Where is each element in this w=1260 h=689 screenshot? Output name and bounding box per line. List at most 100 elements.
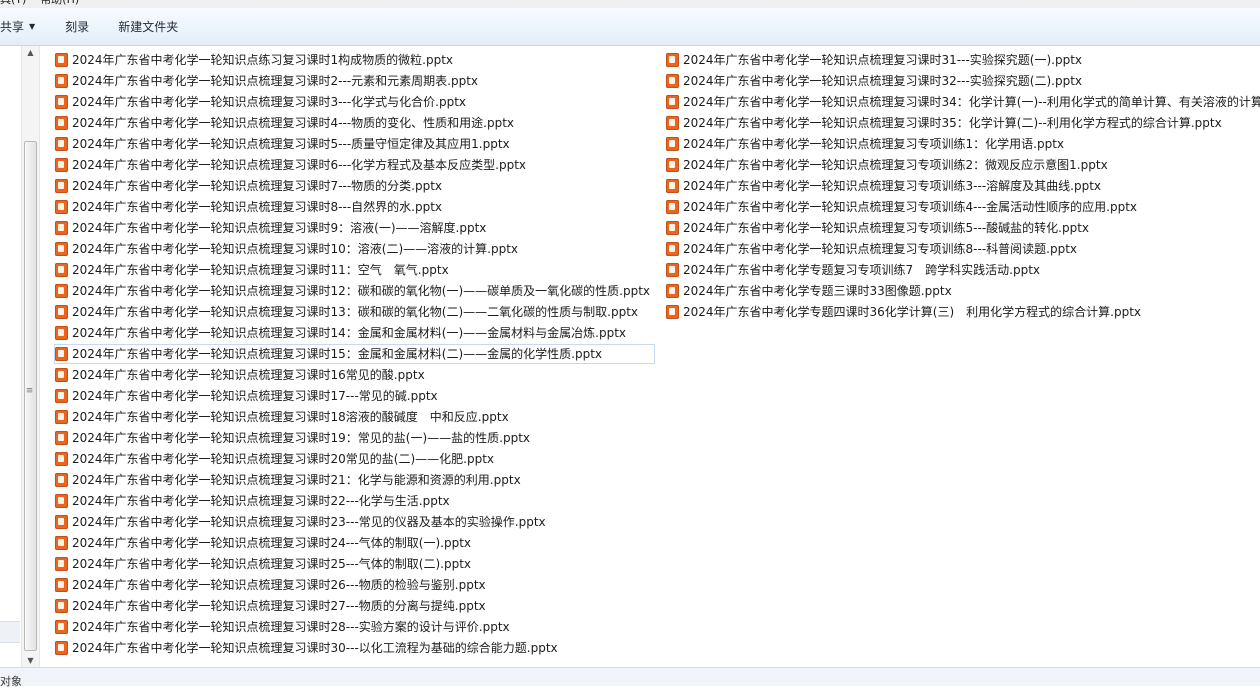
file-item[interactable]: 2024年广东省中考化学一轮知识点梳理复习专项训练4---金属活动性顺序的应用.…	[665, 197, 1260, 217]
file-item[interactable]: 2024年广东省中考化学一轮知识点梳理复习课时2---元素和元素周期表.pptx	[54, 71, 655, 91]
file-name: 2024年广东省中考化学一轮知识点梳理复习课时14：金属和金属材料(一)——金属…	[72, 326, 627, 340]
file-item[interactable]: 2024年广东省中考化学专题四课时36化学计算(三) 利用化学方程式的综合计算.…	[665, 302, 1260, 322]
file-list[interactable]: 2024年广东省中考化学一轮知识点练习复习课时1构成物质的微粒.pptx 2024…	[38, 46, 1260, 667]
file-item[interactable]: 2024年广东省中考化学一轮知识点梳理复习课时32---实验探究题(二).ppt…	[665, 71, 1260, 91]
file-item[interactable]: 2024年广东省中考化学一轮知识点梳理复习专项训练3---溶解度及其曲线.ppt…	[665, 176, 1260, 196]
file-item[interactable]: 2024年广东省中考化学一轮知识点梳理复习课时4---物质的变化、性质和用途.p…	[54, 113, 655, 133]
file-item[interactable]: 2024年广东省中考化学一轮知识点梳理复习课时26---物质的检验与鉴别.ppt…	[54, 575, 655, 595]
file-item[interactable]: 2024年广东省中考化学专题复习专项训练7 跨学科实践活动.pptx	[665, 260, 1260, 280]
file-item[interactable]: 2024年广东省中考化学一轮知识点梳理复习专项训练8---科普阅读题.pptx	[665, 239, 1260, 259]
file-item[interactable]: 2024年广东省中考化学一轮知识点梳理复习课时12：碳和碳的氧化物(一)——碳单…	[54, 281, 655, 301]
file-name: 2024年广东省中考化学一轮知识点梳理复习课时2---元素和元素周期表.pptx	[72, 74, 479, 88]
file-item[interactable]: 2024年广东省中考化学一轮知识点梳理复习课时5---质量守恒定律及其应用1.p…	[54, 134, 655, 154]
pptx-file-icon	[666, 221, 679, 235]
pptx-file-icon	[55, 221, 68, 235]
file-item[interactable]: 2024年广东省中考化学一轮知识点梳理复习课时28---实验方案的设计与评价.p…	[54, 617, 655, 637]
file-item[interactable]: 2024年广东省中考化学一轮知识点梳理复习课时31---实验探究题(一).ppt…	[665, 50, 1260, 70]
pptx-file-icon	[666, 263, 679, 277]
pptx-file-icon	[55, 305, 68, 319]
file-name: 2024年广东省中考化学一轮知识点梳理复习课时34：化学计算(一)--利用化学式…	[683, 95, 1260, 109]
file-column-1: 2024年广东省中考化学一轮知识点练习复习课时1构成物质的微粒.pptx 2024…	[54, 50, 656, 659]
pptx-file-icon	[55, 242, 68, 256]
file-item[interactable]: 2024年广东省中考化学一轮知识点梳理复习专项训练2：微观反应示意图1.pptx	[665, 155, 1260, 175]
pptx-file-icon	[666, 179, 679, 193]
file-item[interactable]: 2024年广东省中考化学一轮知识点梳理复习课时7---物质的分类.pptx	[54, 176, 655, 196]
file-name: 2024年广东省中考化学一轮知识点梳理复习课时24---气体的制取(一).ppt…	[72, 536, 472, 550]
menu-bar: 具(T) 帮助(H)	[0, 0, 1260, 8]
file-item[interactable]: 2024年广东省中考化学一轮知识点梳理复习课时13：碳和碳的氧化物(二)——二氧…	[54, 302, 655, 322]
pptx-file-icon	[55, 74, 68, 88]
file-name: 2024年广东省中考化学一轮知识点梳理复习专项训练5---酸碱盐的转化.pptx	[683, 221, 1090, 235]
file-item[interactable]: 2024年广东省中考化学一轮知识点梳理复习课时18溶液的酸碱度 中和反应.ppt…	[54, 407, 655, 427]
scroll-up-icon[interactable]: ▲	[22, 48, 39, 57]
file-name: 2024年广东省中考化学一轮知识点梳理复习课时19：常见的盐(一)——盐的性质.…	[72, 431, 531, 445]
file-item[interactable]: 2024年广东省中考化学一轮知识点梳理复习课时3---化学式与化合价.pptx	[54, 92, 655, 112]
file-item[interactable]: 2024年广东省中考化学一轮知识点梳理复习课时15：金属和金属材料(二)——金属…	[54, 344, 656, 364]
pptx-file-icon	[55, 200, 68, 214]
file-item[interactable]: 2024年广东省中考化学一轮知识点梳理复习课时34：化学计算(一)--利用化学式…	[665, 92, 1260, 112]
file-name: 2024年广东省中考化学一轮知识点梳理复习课时11：空气 氧气.pptx	[72, 263, 449, 277]
pptx-file-icon	[666, 137, 679, 151]
pptx-file-icon	[55, 53, 68, 67]
burn-button[interactable]: 刻录	[65, 18, 89, 35]
file-name: 2024年广东省中考化学一轮知识点梳理复习专项训练2：微观反应示意图1.pptx	[683, 158, 1108, 172]
file-name: 2024年广东省中考化学一轮知识点梳理复习专项训练1：化学用语.pptx	[683, 137, 1065, 151]
pptx-file-icon	[55, 599, 68, 613]
pptx-file-icon	[55, 347, 68, 361]
command-bar: 共享 ▼ 刻录 新建文件夹	[0, 8, 1260, 46]
file-name: 2024年广东省中考化学一轮知识点梳理复习课时18溶液的酸碱度 中和反应.ppt…	[72, 410, 509, 424]
file-item[interactable]: 2024年广东省中考化学一轮知识点梳理复习专项训练1：化学用语.pptx	[665, 134, 1260, 154]
pptx-file-icon	[55, 557, 68, 571]
file-item[interactable]: 2024年广东省中考化学一轮知识点梳理复习课时9：溶液(一)——溶解度.pptx	[54, 218, 655, 238]
new-folder-button[interactable]: 新建文件夹	[118, 18, 178, 35]
file-name: 2024年广东省中考化学一轮知识点梳理复习课时25---气体的制取(二).ppt…	[72, 557, 472, 571]
scrollbar-grip-icon: ≡	[25, 386, 34, 396]
file-item[interactable]: 2024年广东省中考化学一轮知识点梳理复习课时16常见的酸.pptx	[54, 365, 655, 385]
chevron-down-icon: ▼	[29, 22, 36, 31]
navigation-selected-item[interactable]	[0, 621, 20, 643]
file-item[interactable]: 2024年广东省中考化学一轮知识点梳理复习课时10：溶液(二)——溶液的计算.p…	[54, 239, 655, 259]
file-item[interactable]: 2024年广东省中考化学一轮知识点梳理复习课时6---化学方程式及基本反应类型.…	[54, 155, 655, 175]
file-item[interactable]: 2024年广东省中考化学一轮知识点梳理复习课时25---气体的制取(二).ppt…	[54, 554, 655, 574]
file-name: 2024年广东省中考化学一轮知识点梳理复习课时26---物质的检验与鉴别.ppt…	[72, 578, 486, 592]
scroll-down-icon[interactable]: ▼	[22, 656, 39, 665]
file-item[interactable]: 2024年广东省中考化学一轮知识点梳理复习课时8---自然界的水.pptx	[54, 197, 655, 217]
file-name: 2024年广东省中考化学专题四课时36化学计算(三) 利用化学方程式的综合计算.…	[683, 305, 1142, 319]
file-item[interactable]: 2024年广东省中考化学一轮知识点梳理复习课时24---气体的制取(一).ppt…	[54, 533, 655, 553]
share-label: 共享	[0, 20, 25, 34]
pptx-file-icon	[55, 410, 68, 424]
scrollbar-thumb[interactable]	[24, 141, 37, 651]
file-name: 2024年广东省中考化学一轮知识点梳理复习课时6---化学方程式及基本反应类型.…	[72, 158, 527, 172]
file-item[interactable]: 2024年广东省中考化学一轮知识点梳理复习课时27---物质的分离与提纯.ppt…	[54, 596, 655, 616]
file-item[interactable]: 2024年广东省中考化学一轮知识点梳理复习课时11：空气 氧气.pptx	[54, 260, 655, 280]
file-name: 2024年广东省中考化学一轮知识点梳理复习课时9：溶液(一)——溶解度.pptx	[72, 221, 487, 235]
file-name: 2024年广东省中考化学一轮知识点梳理复习课时12：碳和碳的氧化物(一)——碳单…	[72, 284, 651, 298]
file-name: 2024年广东省中考化学一轮知识点梳理复习课时15：金属和金属材料(二)——金属…	[72, 347, 603, 361]
share-button[interactable]: 共享 ▼	[0, 18, 35, 35]
file-name: 2024年广东省中考化学一轮知识点梳理复习课时21：化学与能源和资源的利用.pp…	[72, 473, 521, 487]
pptx-file-icon	[55, 284, 68, 298]
file-item[interactable]: 2024年广东省中考化学一轮知识点梳理复习专项训练5---酸碱盐的转化.pptx	[665, 218, 1260, 238]
file-item[interactable]: 2024年广东省中考化学一轮知识点梳理复习课时22---化学与生活.pptx	[54, 491, 655, 511]
file-item[interactable]: 2024年广东省中考化学专题三课时33图像题.pptx	[665, 281, 1260, 301]
navigation-pane[interactable]	[0, 46, 22, 667]
file-item[interactable]: 2024年广东省中考化学一轮知识点梳理复习课时19：常见的盐(一)——盐的性质.…	[54, 428, 655, 448]
file-item[interactable]: 2024年广东省中考化学一轮知识点梳理复习课时20常见的盐(二)——化肥.ppt…	[54, 449, 655, 469]
file-name: 2024年广东省中考化学一轮知识点梳理复习专项训练8---科普阅读题.pptx	[683, 242, 1078, 256]
pptx-file-icon	[55, 389, 68, 403]
file-item[interactable]: 2024年广东省中考化学一轮知识点梳理复习课时30---以化工流程为基础的综合能…	[54, 638, 655, 658]
menu-help[interactable]: 帮助(H)	[40, 0, 79, 8]
file-name: 2024年广东省中考化学一轮知识点梳理复习课时4---物质的变化、性质和用途.p…	[72, 116, 515, 130]
file-item[interactable]: 2024年广东省中考化学一轮知识点梳理复习课时17---常见的碱.pptx	[54, 386, 655, 406]
file-item[interactable]: 2024年广东省中考化学一轮知识点梳理复习课时14：金属和金属材料(一)——金属…	[54, 323, 655, 343]
file-item[interactable]: 2024年广东省中考化学一轮知识点梳理复习课时23---常见的仪器及基本的实验操…	[54, 512, 655, 532]
pptx-file-icon	[55, 263, 68, 277]
pptx-file-icon	[55, 515, 68, 529]
file-name: 2024年广东省中考化学一轮知识点梳理复习课时16常见的酸.pptx	[72, 368, 425, 382]
file-item[interactable]: 2024年广东省中考化学一轮知识点练习复习课时1构成物质的微粒.pptx	[54, 50, 655, 70]
menu-tools[interactable]: 具(T)	[0, 0, 26, 8]
file-name: 2024年广东省中考化学专题复习专项训练7 跨学科实践活动.pptx	[683, 263, 1041, 277]
file-item[interactable]: 2024年广东省中考化学一轮知识点梳理复习课时35：化学计算(二)--利用化学方…	[665, 113, 1260, 133]
file-item[interactable]: 2024年广东省中考化学一轮知识点梳理复习课时21：化学与能源和资源的利用.pp…	[54, 470, 655, 490]
pptx-file-icon	[55, 536, 68, 550]
